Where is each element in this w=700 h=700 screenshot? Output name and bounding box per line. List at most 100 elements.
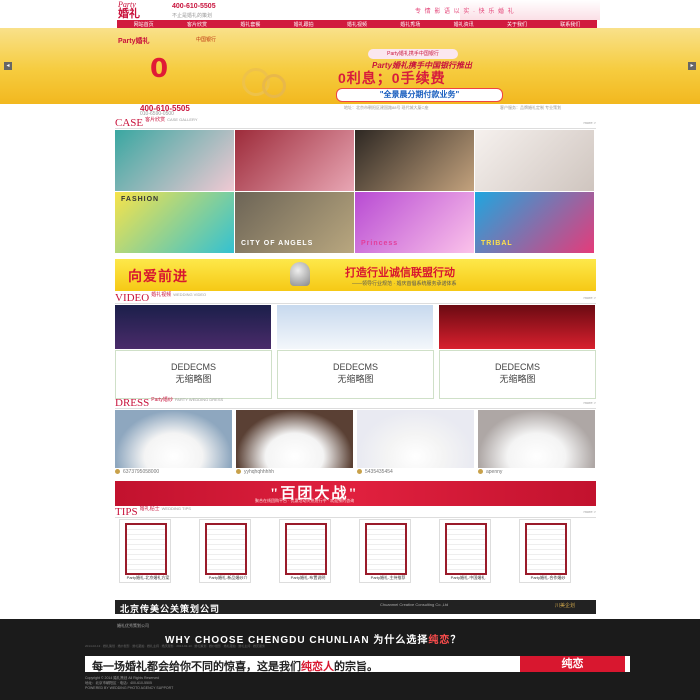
section-subtitle: WEDDING TIPS (161, 506, 191, 511)
nav-item[interactable]: 联系我们 (560, 21, 580, 28)
dress-photo[interactable] (115, 410, 232, 468)
nav-item[interactable]: 网站首页 (134, 21, 154, 28)
tip-label: Party婚礼-合作婚纱 (530, 575, 566, 580)
dress-caption-text: yyhqhqhhhhh (244, 469, 275, 475)
tip-label: Party婚礼-北京婚礼方案 (126, 575, 170, 580)
nav-item[interactable]: 客片欣赏 (187, 21, 207, 28)
slogan-part-b: 纯恋人 (301, 661, 334, 673)
more-link[interactable]: more > (583, 118, 596, 128)
ad-right-text: 打造行业诚信联盟行动 (345, 267, 455, 279)
placeholder-line2: 无缩略图 (175, 374, 212, 384)
slogan-part-a: 每一场婚礼都会给你不同的惊喜，这是我们 (92, 661, 301, 673)
dot-icon (478, 469, 483, 475)
nav-item[interactable]: 婚礼视频 (347, 21, 367, 28)
placeholder-line2: 无缩略图 (499, 374, 536, 384)
dress-photo[interactable] (236, 410, 353, 468)
dress-caption[interactable]: 5435435454 (357, 469, 474, 475)
case-photo[interactable] (115, 130, 234, 191)
contact-service: 客户服务：品牌婚礼定制 专业策划 (500, 105, 562, 110)
nav-item[interactable]: 婚礼跟拍 (294, 21, 314, 28)
company-name: 北京传美公关策划公司 (120, 604, 221, 614)
case-photo[interactable]: TRIBAL (475, 192, 594, 253)
site-logo[interactable]: Party 婚礼 (118, 1, 140, 20)
dress-caption[interactable]: yyhqhqhhhhh (236, 469, 353, 475)
more-link[interactable]: more > (583, 507, 596, 517)
banner-big-zero: 0 (150, 54, 235, 84)
placeholder-line1: DEDECMS (170, 362, 216, 372)
document-icon (125, 523, 167, 575)
header-phone: 400-610-5505 (172, 3, 216, 10)
dress-photo[interactable] (357, 410, 474, 468)
nav-item[interactable]: 婚礼套餐 (240, 21, 260, 28)
banner-title-line2: 0利息；0手续费 (338, 70, 446, 86)
footer-slogan: 每一场婚礼都会给你不同的惊喜，这是我们纯恋人的宗旨。 (92, 658, 378, 674)
case-photo[interactable]: FASHION (115, 192, 234, 253)
no-thumbnail-placeholder[interactable]: DEDECMS 无缩略图 (277, 350, 434, 399)
video-thumbnail[interactable] (277, 305, 433, 349)
section-title: 婚礼视频 (151, 292, 172, 298)
nav-item[interactable]: 婚礼资讯 (454, 21, 474, 28)
tip-label: Party婚礼-主持推荐 (370, 575, 406, 580)
group-buy-subtitle: 聚合在线团购平台 · 优惠活动火热进行中 · 欢迎预约咨询 (255, 498, 355, 503)
dress-caption[interactable]: 6373795058000 (115, 469, 232, 475)
placeholder-line1: DEDECMS (332, 362, 378, 372)
video-thumbnail[interactable] (115, 305, 271, 349)
case-photo[interactable] (235, 130, 354, 191)
dot-icon (236, 469, 241, 475)
dress-caption[interactable]: apenny (478, 469, 595, 475)
section-header-dress: DRESS Party婚纱 PARTY WEDDING DRESS more > (115, 398, 596, 409)
tip-card[interactable]: Party婚礼-中国婚礼 (439, 519, 491, 583)
banner-bank-logo: 中国银行 (196, 37, 217, 43)
tip-label: Party婚礼-布置说明 (290, 575, 326, 580)
placeholder-line1: DEDECMS (494, 362, 540, 372)
logo-cn-text: 婚礼 (118, 8, 140, 20)
section-header-video: VIDEO 婚礼视频 WEDDING VIDEO more > (115, 293, 596, 304)
section-header-case: CASE 客片欣赏 CASE GALLERY more > (115, 118, 596, 129)
powered-line: POWERED BY WEDDING PHOTO AGENCY SUPPORT (85, 686, 174, 690)
dot-icon (115, 469, 120, 475)
document-icon (365, 523, 407, 575)
more-link[interactable]: more > (583, 398, 596, 408)
banner-prev-arrow-icon[interactable]: ◂ (4, 62, 12, 70)
header-slogan: 不止是婚礼的策划 (172, 13, 213, 19)
tip-card[interactable]: Party婚礼-布置说明 (279, 519, 331, 583)
document-icon (205, 523, 247, 575)
photo-label: CITY OF ANGELS (241, 240, 314, 247)
placeholder-line2: 无缩略图 (337, 374, 374, 384)
footer-brand-logo[interactable]: 纯恋 (520, 656, 625, 672)
dress-caption-text: apenny (486, 469, 503, 475)
section-title: 婚礼贴士 (139, 506, 160, 512)
section-title: 客片欣赏 (145, 117, 166, 123)
document-icon (445, 523, 487, 575)
no-thumbnail-placeholder[interactable]: DEDECMS 无缩略图 (439, 350, 596, 399)
banner-pill: "全景晨分期付款业务" (336, 88, 503, 102)
case-photo[interactable]: CITY OF ANGELS (235, 192, 354, 253)
no-thumbnail-placeholder[interactable]: DEDECMS 无缩略图 (115, 350, 272, 399)
banner-badge: Party婚礼携手中国银行 (368, 49, 458, 59)
case-photo[interactable] (355, 130, 474, 191)
section-title: Party婚纱 (151, 397, 173, 403)
banner-next-arrow-icon[interactable]: ▸ (688, 62, 696, 70)
nav-item[interactable]: 婚礼秀场 (400, 21, 420, 28)
tip-card[interactable]: Party婚礼-主持推荐 (359, 519, 411, 583)
dress-photo[interactable] (478, 410, 595, 468)
video-thumbnail[interactable] (439, 305, 595, 349)
section-big-letter: VIDEO (115, 292, 150, 304)
section-subtitle: CASE GALLERY (167, 117, 198, 122)
footer-copyright: Copyright © 2014 婚礼策划 All Rights Reserve… (85, 676, 485, 691)
document-icon (525, 523, 567, 575)
section-big-letter: TIPS (115, 506, 138, 518)
case-photo[interactable]: Princess (355, 192, 474, 253)
footer-small-text: 2014-02-13 · 婚礼策划 · 婚纱摄影 · 婚礼跟拍 · 婚礼主持 ·… (85, 644, 266, 648)
ad-subtext: ——领导行业规范 · 婚庆首倡系统服务承诺体系 (352, 281, 457, 287)
case-photo[interactable] (475, 130, 594, 191)
microphone-icon (290, 262, 310, 286)
nav-item[interactable]: 关于我们 (507, 21, 527, 28)
tip-card[interactable]: Party婚礼-合作婚纱 (519, 519, 571, 583)
document-icon (285, 523, 327, 575)
section-subtitle: WEDDING VIDEO (173, 292, 207, 297)
slogan-part-c: 的宗旨。 (334, 661, 378, 673)
more-link[interactable]: more > (583, 293, 596, 303)
tip-card[interactable]: Party婚礼-北京婚礼方案 (119, 519, 171, 583)
tip-card[interactable]: Party婚礼-新品婚纱介 (199, 519, 251, 583)
